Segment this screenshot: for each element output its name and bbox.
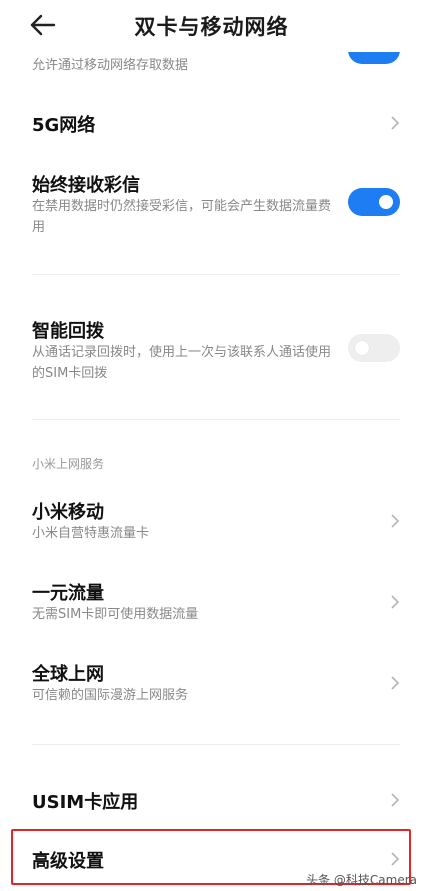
divider xyxy=(32,274,400,275)
redial-toggle[interactable] xyxy=(348,334,400,362)
toggle-knob xyxy=(355,341,369,355)
one-yuan-label: 一元流量 xyxy=(32,583,104,604)
section-header-xiaomi: 小米上网服务 xyxy=(32,457,105,471)
global-sub: 可信赖的国际漫游上网服务 xyxy=(32,688,189,703)
page-title: 双卡与移动网络 xyxy=(134,15,289,39)
global-label: 全球上网 xyxy=(32,664,104,685)
one-yuan-sub: 无需SIM卡即可使用数据流量 xyxy=(32,607,199,622)
one-yuan-row[interactable]: 一元流量 无需SIM卡即可使用数据流量 xyxy=(0,576,423,626)
app-header: 双卡与移动网络 xyxy=(0,0,423,52)
xiaomi-mobile-sub: 小米自营特惠流量卡 xyxy=(32,526,150,541)
xiaomi-mobile-label: 小米移动 xyxy=(32,502,104,523)
watermark: 头条 @科技Camera xyxy=(306,873,417,887)
mobile-data-sub: 允许通过移动网络存取数据 xyxy=(32,58,189,73)
chevron-right-icon xyxy=(391,676,400,690)
redial-row[interactable]: 智能回拨 从通话记录回拨时，使用上一次与该联系人通话使用的SIM卡回拨 xyxy=(0,314,423,384)
chevron-right-icon xyxy=(391,116,400,130)
mms-row[interactable]: 始终接收彩信 在禁用数据时仍然接受彩信，可能会产生数据流量费用 xyxy=(0,168,423,248)
global-row[interactable]: 全球上网 可信赖的国际漫游上网服务 xyxy=(0,657,423,707)
usim-label: USIM卡应用 xyxy=(32,792,139,813)
usim-row[interactable]: USIM卡应用 xyxy=(0,778,423,822)
advanced-settings-label: 高级设置 xyxy=(32,851,104,872)
redial-sub: 从通话记录回拨时，使用上一次与该联系人通话使用的SIM卡回拨 xyxy=(32,345,332,381)
xiaomi-mobile-row[interactable]: 小米移动 小米自营特惠流量卡 xyxy=(0,495,423,545)
toggle-knob xyxy=(379,195,393,209)
divider xyxy=(32,744,400,745)
mms-toggle[interactable] xyxy=(348,188,400,216)
divider xyxy=(32,419,400,420)
mms-sub: 在禁用数据时仍然接受彩信，可能会产生数据流量费用 xyxy=(32,199,332,235)
chevron-right-icon xyxy=(391,852,400,866)
mms-label: 始终接收彩信 xyxy=(32,175,140,196)
network-5g-label: 5G网络 xyxy=(32,115,96,136)
chevron-right-icon xyxy=(391,514,400,528)
redial-label: 智能回拨 xyxy=(32,321,104,342)
chevron-right-icon xyxy=(391,595,400,609)
chevron-right-icon xyxy=(391,793,400,807)
network-5g-row[interactable]: 5G网络 xyxy=(0,100,423,146)
